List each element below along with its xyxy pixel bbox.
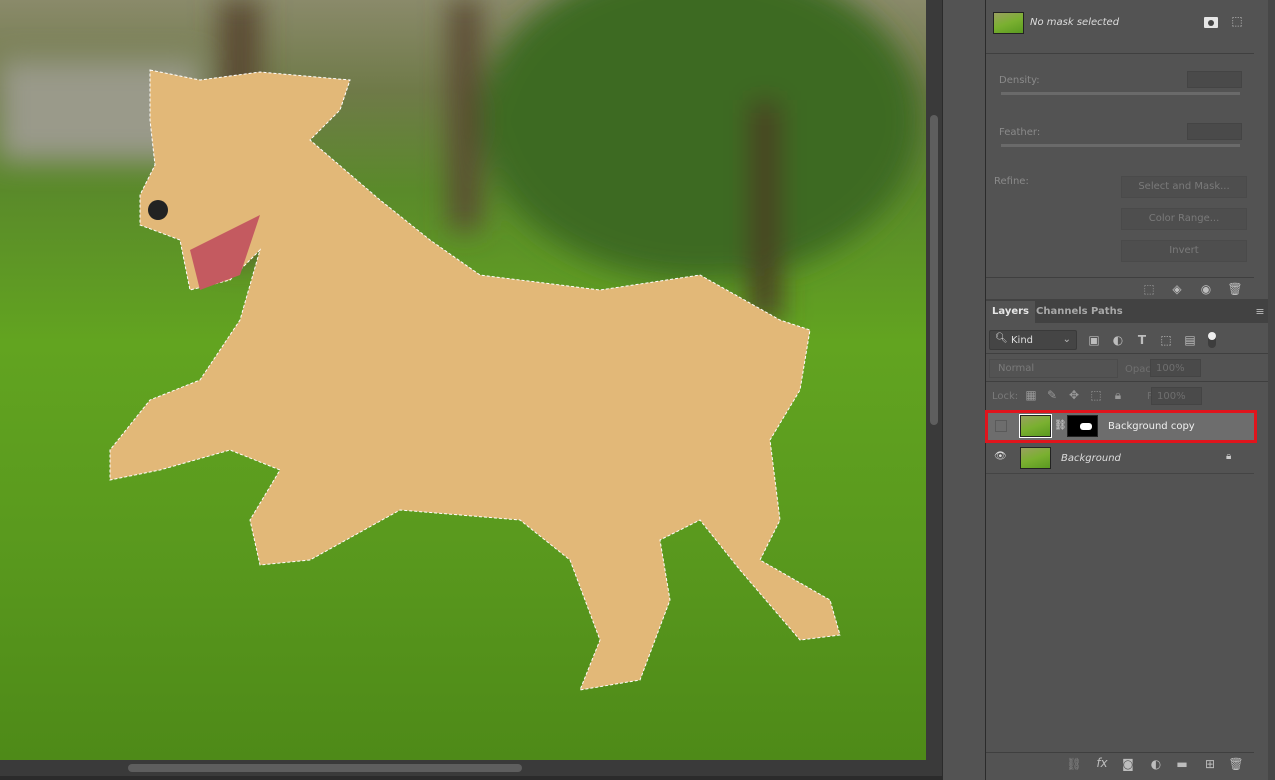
new-layer-icon[interactable]: ⊞ <box>1202 757 1218 771</box>
mask-status: No mask selected <box>1030 17 1120 28</box>
add-pixel-mask-icon[interactable] <box>1204 17 1218 28</box>
search-icon: 🔍︎ <box>995 333 1008 344</box>
link-icon[interactable]: ⛓ <box>1054 420 1067 431</box>
fill-input[interactable]: 100% <box>1151 387 1202 405</box>
load-selection-icon[interactable]: ⬚ <box>1141 282 1157 296</box>
layer-row-background[interactable]: 👁︎ Background 🔒︎ <box>986 443 1254 474</box>
layer-name[interactable]: Background <box>1061 453 1121 464</box>
lock-transparent-icon[interactable]: ▦ <box>1023 388 1039 402</box>
shape-filter-icon[interactable]: ⬚ <box>1158 333 1174 347</box>
tab-paths[interactable]: Paths <box>1085 301 1129 323</box>
dog-photo <box>0 0 920 691</box>
layer-name[interactable]: Background copy <box>1108 421 1195 432</box>
trash-icon[interactable]: 🗑 <box>1228 757 1244 771</box>
lock-all-icon[interactable]: 🔒︎ <box>1110 388 1126 403</box>
lock-position-icon[interactable]: ✥ <box>1066 388 1082 402</box>
color-range-button[interactable]: Color Range... <box>1121 208 1247 230</box>
type-filter-icon[interactable]: T <box>1134 333 1150 347</box>
eye-icon[interactable]: 👁︎ <box>994 451 1007 462</box>
adjustment-filter-icon[interactable]: ◐ <box>1110 333 1126 347</box>
lock-brush-icon[interactable]: ✎ <box>1044 388 1060 402</box>
layer-mask-thumbnail[interactable] <box>1067 415 1098 437</box>
document-canvas[interactable] <box>0 0 926 760</box>
filter-kind-value: Kind <box>1011 335 1034 346</box>
density-slider[interactable] <box>1001 92 1240 95</box>
density-input[interactable] <box>1187 71 1242 88</box>
lock-artboard-icon[interactable]: ⬚ <box>1088 388 1104 402</box>
chevron-down-icon: ⌄ <box>1062 334 1071 345</box>
layer-thumbnail <box>993 12 1024 34</box>
lock-icon: 🔒︎ <box>1226 451 1232 462</box>
trash-icon[interactable]: 🗑 <box>1227 282 1243 296</box>
adjustment-layer-icon[interactable]: ◐ <box>1148 757 1164 771</box>
feather-slider[interactable] <box>1001 144 1240 147</box>
visibility-toggle[interactable] <box>995 420 1007 432</box>
filter-kind-select[interactable]: 🔍︎ Kind ⌄ <box>989 330 1077 350</box>
layer-thumbnail[interactable] <box>1020 447 1051 469</box>
right-panels: No mask selected ⬚ Density: Feather: Ref… <box>985 0 1269 780</box>
pixel-filter-icon[interactable]: ▣ <box>1086 333 1102 347</box>
density-label: Density: <box>999 75 1040 86</box>
opacity-input[interactable]: 100% <box>1150 359 1201 377</box>
link-layers-icon[interactable]: ⛓ <box>1066 757 1082 771</box>
blend-mode-select[interactable]: Normal <box>989 359 1118 378</box>
panel-dock-gap <box>942 0 985 780</box>
add-vector-mask-icon[interactable]: ⬚ <box>1229 14 1245 28</box>
layer-thumbnail[interactable] <box>1019 414 1052 438</box>
lock-label: Lock: <box>992 391 1019 402</box>
apply-mask-icon[interactable]: ◈ <box>1169 282 1185 296</box>
smart-object-filter-icon[interactable]: ▤ <box>1182 333 1198 347</box>
vertical-scroll-thumb[interactable] <box>930 115 938 425</box>
fx-icon[interactable]: fx <box>1094 756 1110 770</box>
invert-button[interactable]: Invert <box>1121 240 1247 262</box>
horizontal-scroll-thumb[interactable] <box>128 764 522 772</box>
add-mask-icon[interactable]: ◙ <box>1120 757 1136 771</box>
panel-edge <box>1268 0 1275 780</box>
filter-toggle[interactable] <box>1208 332 1216 348</box>
folder-icon[interactable]: ▬ <box>1174 757 1190 771</box>
eye-icon[interactable]: ◉ <box>1198 282 1214 296</box>
select-and-mask-button[interactable]: Select and Mask... <box>1121 176 1247 198</box>
feather-input[interactable] <box>1187 123 1242 140</box>
feather-label: Feather: <box>999 127 1041 138</box>
layer-row-background-copy[interactable]: ⛓ Background copy <box>985 410 1257 443</box>
panel-menu-icon[interactable]: ≡ <box>1252 305 1268 318</box>
tab-layers[interactable]: Layers <box>986 301 1035 323</box>
refine-label: Refine: <box>994 176 1029 187</box>
